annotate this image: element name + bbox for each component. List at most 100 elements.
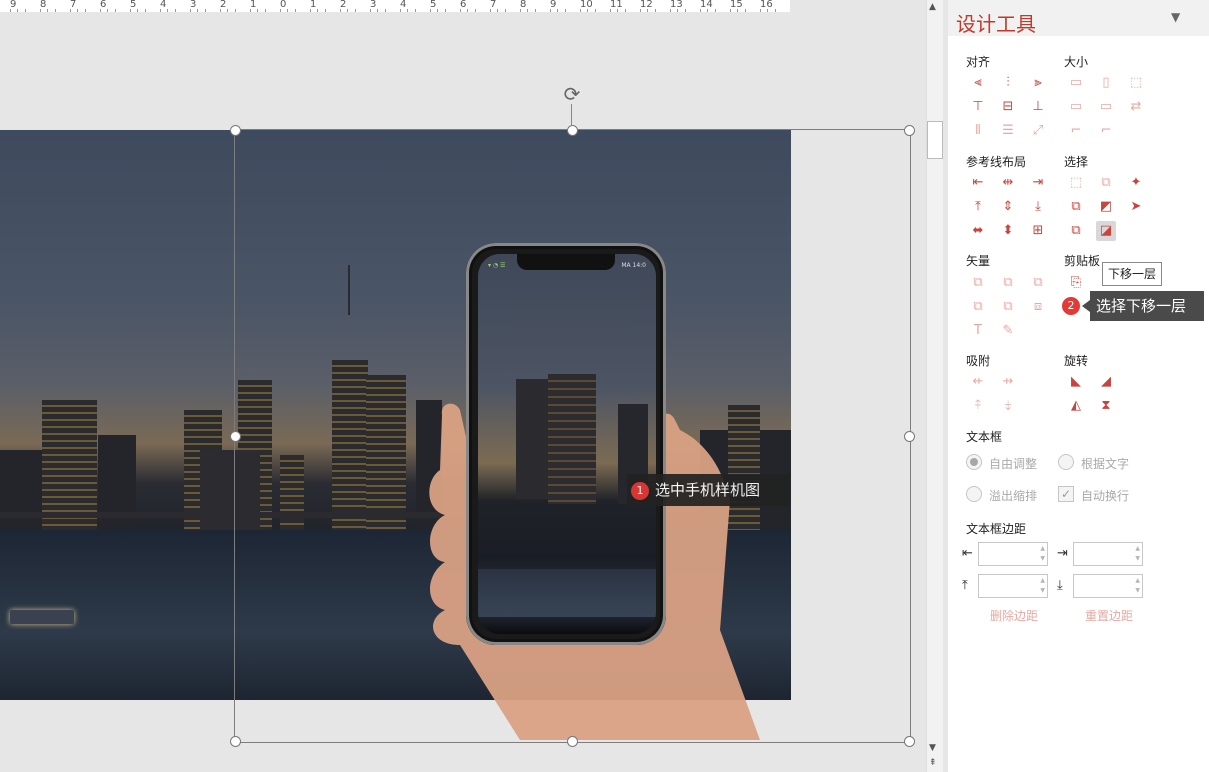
- ruler-number: 6: [100, 0, 107, 10]
- fit-text-radio[interactable]: [1058, 454, 1074, 470]
- flip-horizontal-icon[interactable]: ◭: [1066, 396, 1086, 416]
- guide-bottom-icon[interactable]: ⤓: [1028, 197, 1048, 217]
- margin-left-input[interactable]: [978, 542, 1048, 566]
- align-top-icon[interactable]: ⊤: [968, 97, 988, 117]
- distribute-horizontal-icon[interactable]: ⫴: [968, 121, 988, 141]
- ruler-number: 6: [460, 0, 467, 10]
- scroll-down-icon[interactable]: ▼: [929, 743, 936, 753]
- callout-send-backward: 2 选择下移一层: [1060, 291, 1204, 321]
- margin-bottom-input[interactable]: [1073, 574, 1143, 598]
- guide-center-icon[interactable]: ⇹: [998, 173, 1018, 193]
- send-to-back-icon[interactable]: ⧉: [1066, 221, 1086, 241]
- callout-number-1: 1: [631, 481, 649, 500]
- guide-right-icon[interactable]: ⇥: [1028, 173, 1048, 193]
- panel-menu-chevron-icon[interactable]: ▼: [1171, 10, 1180, 24]
- margin-top-input[interactable]: [978, 574, 1048, 598]
- scroll-up-icon[interactable]: ▲: [929, 2, 936, 12]
- height-match-icon[interactable]: ▭: [1096, 97, 1116, 117]
- margin-top-icon: ⤒: [962, 578, 968, 593]
- intersect-icon[interactable]: ⧉: [968, 297, 988, 317]
- section-guides: 参考线布局: [966, 155, 1027, 169]
- expand-icon[interactable]: ⤢: [1028, 121, 1048, 141]
- ruler-number: 4: [400, 0, 407, 10]
- rotate-handle-icon[interactable]: ⟳: [561, 83, 583, 105]
- fit-text-label: 根据文字: [1081, 457, 1130, 471]
- ruler-number: 7: [70, 0, 77, 10]
- copy-icon[interactable]: ⎘: [1066, 273, 1086, 293]
- guide-fill-height-icon[interactable]: ⬍: [998, 221, 1018, 241]
- guide-left-icon[interactable]: ⇤: [968, 173, 988, 193]
- snap-bottom-icon[interactable]: ⤈: [998, 396, 1018, 416]
- swap-size-icon[interactable]: ⇄: [1126, 97, 1146, 117]
- selection-frame[interactable]: [234, 129, 911, 743]
- pointer-icon[interactable]: ➤: [1126, 197, 1146, 217]
- guide-top-icon[interactable]: ⤒: [968, 197, 988, 217]
- snap-top-icon[interactable]: ⤉: [968, 396, 988, 416]
- reset-margins-button[interactable]: 重置边距: [1085, 607, 1133, 624]
- magic-wand-icon[interactable]: ✦: [1126, 173, 1146, 193]
- resize-handle-s[interactable]: [567, 736, 578, 747]
- rotate-left-icon[interactable]: ◣: [1066, 372, 1086, 392]
- split-icon[interactable]: ⧈: [1028, 297, 1048, 317]
- free-adjust-radio[interactable]: [966, 454, 982, 470]
- ruler-number: 2: [340, 0, 347, 10]
- same-width-icon[interactable]: ▭: [1066, 73, 1086, 93]
- overflow-shrink-radio[interactable]: [966, 486, 982, 502]
- subtract-icon[interactable]: ⧉: [998, 297, 1018, 317]
- bring-forward-icon[interactable]: ⧉: [1066, 197, 1086, 217]
- resize-handle-se[interactable]: [904, 736, 915, 747]
- tooltip-send-backward: 下移一层: [1102, 262, 1163, 286]
- align-middle-icon[interactable]: ⊟: [998, 97, 1018, 117]
- align-right-icon[interactable]: ⫸: [1028, 73, 1048, 93]
- boat: [10, 610, 74, 624]
- resize-handle-e[interactable]: [904, 431, 915, 442]
- union-icon[interactable]: ⧉: [968, 273, 988, 293]
- snap-right-icon[interactable]: ⇸: [998, 372, 1018, 392]
- combine-icon[interactable]: ⧉: [998, 273, 1018, 293]
- scrollbar-thumb[interactable]: [927, 121, 943, 159]
- resize-handle-w[interactable]: [230, 431, 241, 442]
- text-to-shape-icon[interactable]: T: [968, 321, 988, 341]
- bring-to-front-icon[interactable]: ◩: [1096, 197, 1116, 217]
- edit-points-icon[interactable]: ✎: [998, 321, 1018, 341]
- section-margins: 文本框边距: [966, 522, 1027, 536]
- margin-bottom-icon: ⤓: [1057, 578, 1063, 593]
- align-left-icon[interactable]: ⫷: [968, 73, 988, 93]
- ruler-number: 7: [490, 0, 497, 10]
- distribute-vertical-icon[interactable]: ☰: [998, 121, 1018, 141]
- overflow-shrink-label: 溢出缩排: [989, 489, 1038, 503]
- guide-middle-icon[interactable]: ⇕: [998, 197, 1018, 217]
- section-snap: 吸附: [966, 354, 991, 368]
- same-size-icon[interactable]: ⬚: [1126, 73, 1146, 93]
- scroll-prev-page-icon[interactable]: ⇞: [929, 758, 937, 768]
- resize-handle-n[interactable]: [567, 125, 578, 136]
- vertical-scrollbar[interactable]: [926, 0, 943, 772]
- fragment-icon[interactable]: ⧉: [1028, 273, 1048, 293]
- same-height-icon[interactable]: ▯: [1096, 73, 1116, 93]
- crop-left-icon[interactable]: ⌐: [1066, 121, 1086, 141]
- snap-left-icon[interactable]: ⇷: [968, 372, 988, 392]
- section-vector: 矢量: [966, 254, 991, 268]
- select-same-type-icon[interactable]: ⧉: [1096, 173, 1116, 193]
- rotate-right-icon[interactable]: ◢: [1096, 372, 1116, 392]
- resize-handle-sw[interactable]: [230, 736, 241, 747]
- send-backward-icon[interactable]: ◪: [1096, 221, 1116, 241]
- guide-fill-all-icon[interactable]: ⊞: [1028, 221, 1048, 241]
- width-match-icon[interactable]: ▭: [1066, 97, 1086, 117]
- margin-right-input[interactable]: [1073, 542, 1143, 566]
- align-bottom-icon[interactable]: ⊥: [1028, 97, 1048, 117]
- delete-margins-button[interactable]: 删除边距: [990, 607, 1038, 624]
- align-center-icon[interactable]: ⫶: [998, 73, 1018, 93]
- flip-vertical-icon[interactable]: ⧗: [1096, 396, 1116, 416]
- ruler-number: 9: [10, 0, 17, 10]
- auto-wrap-checkbox[interactable]: ✓: [1058, 486, 1074, 502]
- resize-handle-nw[interactable]: [230, 125, 241, 136]
- select-same-size-icon[interactable]: ⬚: [1066, 173, 1086, 193]
- guide-fill-width-icon[interactable]: ⬌: [968, 221, 988, 241]
- ruler-number: 2: [220, 0, 227, 10]
- ruler-number: 3: [370, 0, 377, 10]
- crop-right-icon[interactable]: ⌐: [1096, 121, 1116, 141]
- resize-handle-ne[interactable]: [904, 125, 915, 136]
- ruler-number: 8: [520, 0, 527, 10]
- ruler-number: 1: [310, 0, 317, 10]
